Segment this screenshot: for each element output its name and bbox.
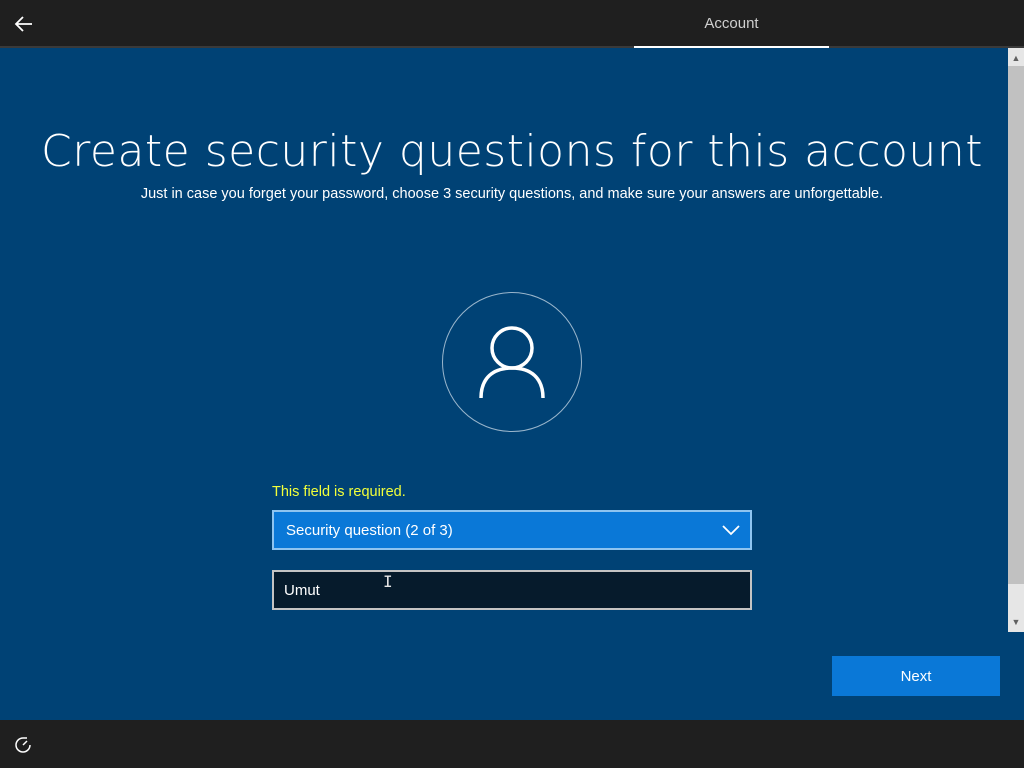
avatar (442, 292, 582, 432)
page-title: Create security questions for this accou… (41, 126, 983, 177)
text-cursor-icon: I (383, 572, 393, 591)
security-question-selected: Security question (2 of 3) (286, 521, 453, 539)
user-icon (479, 326, 545, 399)
page-subtitle: Just in case you forget your password, c… (140, 186, 884, 202)
scroll-down-icon[interactable]: ▼ (1008, 614, 1024, 630)
top-bar (0, 0, 1024, 48)
tab-account[interactable]: Account (634, 0, 829, 48)
security-question-dropdown[interactable]: Security question (2 of 3) (272, 510, 752, 550)
scroll-up-icon[interactable]: ▲ (1008, 50, 1024, 66)
security-answer-input[interactable] (272, 570, 752, 610)
chevron-down-icon (722, 525, 740, 536)
next-button[interactable]: Next (832, 656, 1000, 696)
required-field-error: This field is required. (272, 484, 406, 500)
ease-of-access-button[interactable] (12, 734, 34, 756)
back-button[interactable] (6, 6, 42, 42)
ease-of-access-icon (15, 737, 31, 753)
bottom-bar (0, 720, 1024, 768)
back-arrow-icon (14, 16, 32, 32)
